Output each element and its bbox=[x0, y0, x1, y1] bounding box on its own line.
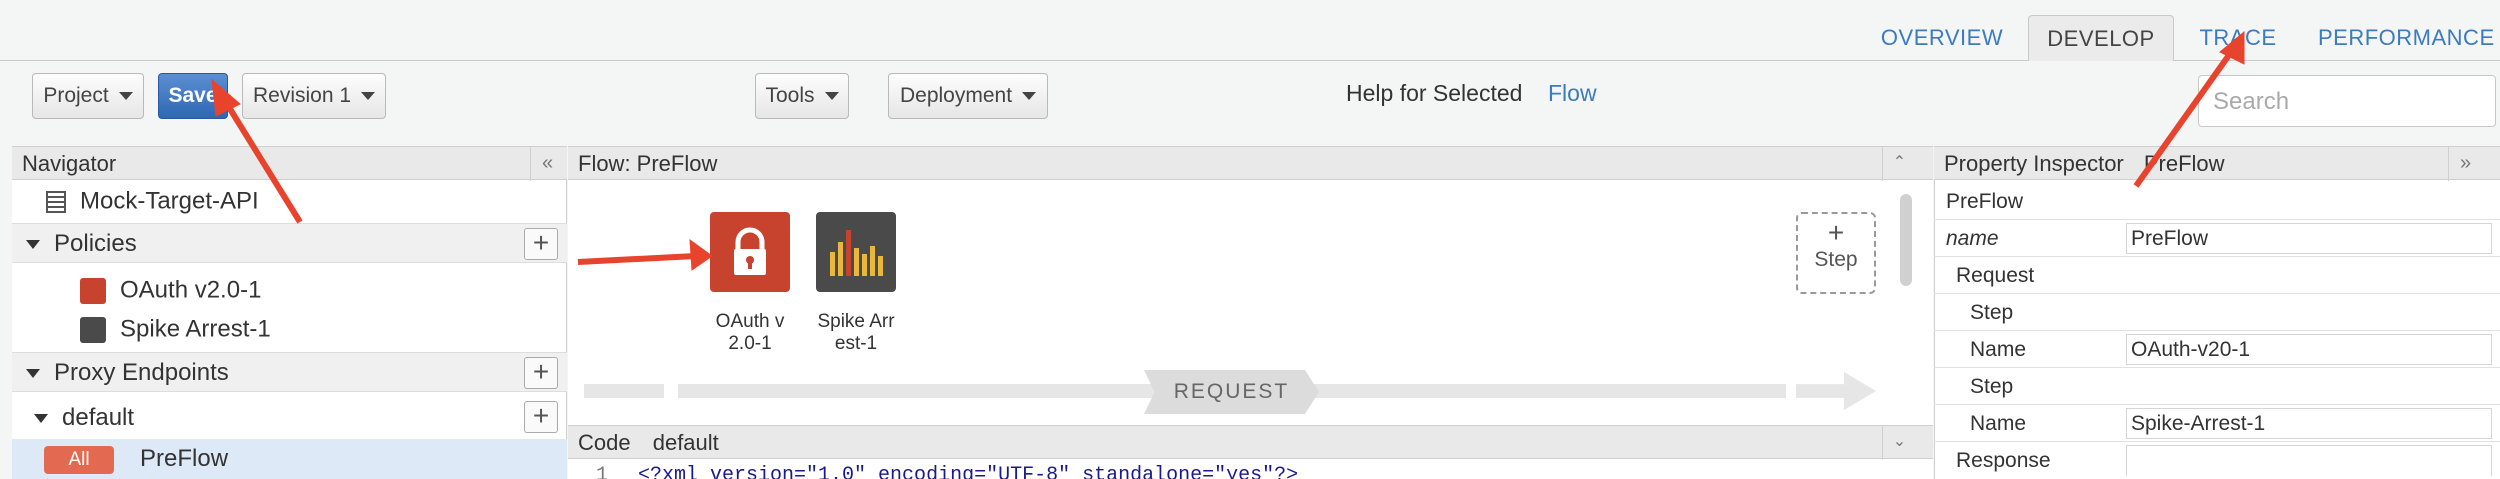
arrow-head-icon bbox=[211, 78, 241, 117]
arrow-to-oauth bbox=[577, 253, 697, 265]
arrow-to-trace bbox=[2133, 46, 2237, 188]
annotation-arrows bbox=[211, 30, 2245, 271]
arrow-head-icon bbox=[689, 238, 713, 271]
arrow-to-save bbox=[219, 94, 303, 224]
